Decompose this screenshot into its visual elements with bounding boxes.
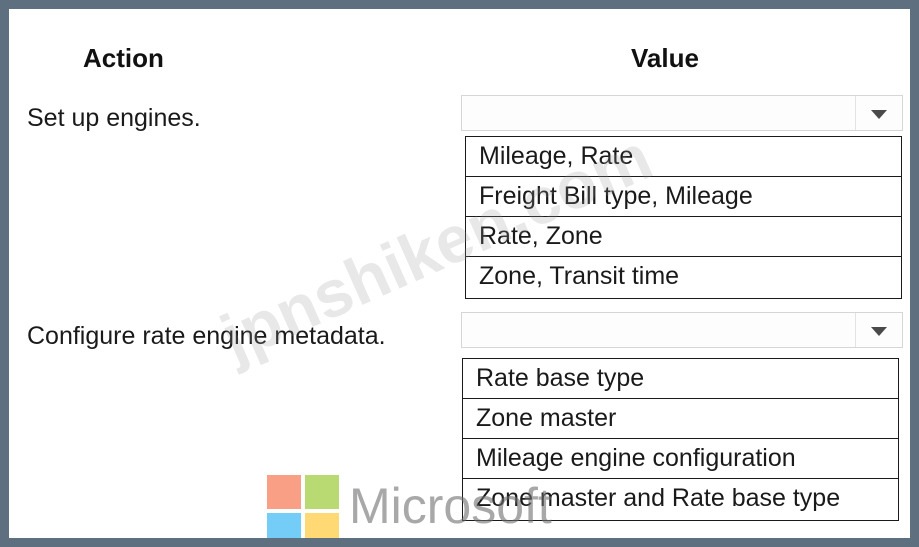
option-rate-base-type[interactable]: Rate base type	[463, 359, 898, 399]
dropdown-options-set-up-engines: Mileage, Rate Freight Bill type, Mileage…	[465, 136, 902, 299]
option-zone-master[interactable]: Zone master	[463, 399, 898, 439]
chevron-down-icon	[871, 327, 887, 336]
dropdown-options-rate-engine-metadata: Rate base type Zone master Mileage engin…	[462, 358, 899, 521]
value-dropdown-set-up-engines[interactable]	[461, 95, 903, 131]
dropdown-toggle[interactable]	[855, 96, 902, 130]
question-panel: Action Value Set up engines. Mileage, Ra…	[9, 9, 910, 538]
option-zone-master-and-rate-base-type[interactable]: Zone master and Rate base type	[463, 479, 898, 519]
option-rate-zone[interactable]: Rate, Zone	[466, 217, 901, 257]
action-label-configure-rate-engine-metadata: Configure rate engine metadata.	[27, 322, 386, 350]
option-zone-transit-time[interactable]: Zone, Transit time	[466, 257, 901, 297]
option-mileage-engine-configuration[interactable]: Mileage engine configuration	[463, 439, 898, 479]
option-freight-bill-type-mileage[interactable]: Freight Bill type, Mileage	[466, 177, 901, 217]
action-label-set-up-engines: Set up engines.	[27, 104, 201, 132]
column-header-action: Action	[83, 43, 164, 73]
chevron-down-icon	[871, 110, 887, 119]
dropdown-toggle[interactable]	[855, 313, 902, 347]
column-header-value: Value	[631, 43, 699, 73]
option-mileage-rate[interactable]: Mileage, Rate	[466, 137, 901, 177]
value-dropdown-rate-engine-metadata[interactable]	[461, 312, 903, 348]
microsoft-logo-icon	[267, 475, 341, 538]
